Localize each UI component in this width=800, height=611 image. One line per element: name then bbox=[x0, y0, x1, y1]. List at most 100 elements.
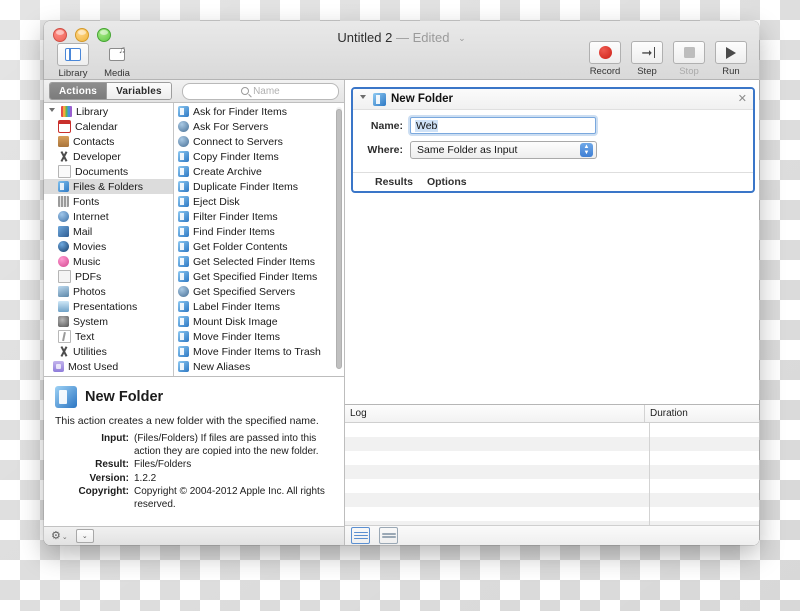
action-row[interactable]: Label Finder Items bbox=[174, 299, 344, 314]
action-row[interactable]: Ask For Servers bbox=[174, 119, 344, 134]
window-titlebar: Untitled 2 — Edited ⌄ Library Media Reco… bbox=[44, 21, 759, 80]
action-row[interactable]: Mount Disk Image bbox=[174, 314, 344, 329]
action-row[interactable]: Create Archive bbox=[174, 164, 344, 179]
zoom-window-button[interactable] bbox=[97, 28, 111, 42]
disclosure-triangle-icon[interactable] bbox=[360, 95, 366, 103]
actions-variables-segmented-control[interactable]: Actions Variables bbox=[49, 82, 172, 100]
library-item-presentations[interactable]: Presentations bbox=[44, 299, 173, 314]
log-column-header-duration[interactable]: Duration bbox=[645, 405, 759, 422]
log-column-header-log[interactable]: Log bbox=[345, 405, 645, 422]
chevron-updown-icon[interactable]: ▲ ▼ bbox=[580, 143, 593, 157]
library-category-list[interactable]: Library Calendar Contacts Developer Docu… bbox=[44, 103, 174, 376]
action-row[interactable]: Move Finder Items to Trash bbox=[174, 344, 344, 359]
title-chevron-down-icon[interactable]: ⌄ bbox=[458, 33, 466, 44]
run-button[interactable]: Run bbox=[712, 41, 750, 77]
stop-button[interactable]: Stop bbox=[670, 41, 708, 77]
action-label: Get Specified Finder Items bbox=[193, 270, 318, 283]
action-label: Get Folder Contents bbox=[193, 240, 288, 253]
library-item-music[interactable]: Music bbox=[44, 254, 173, 269]
library-item-mail[interactable]: Mail bbox=[44, 224, 173, 239]
action-row[interactable]: Duplicate Finder Items bbox=[174, 179, 344, 194]
tab-actions[interactable]: Actions bbox=[50, 83, 107, 99]
library-item-pdfs[interactable]: PDFs bbox=[44, 269, 173, 284]
toolbar-right-group: Record ➞ Step Stop Run bbox=[586, 41, 750, 77]
action-row[interactable]: New Aliases bbox=[174, 359, 344, 374]
close-icon[interactable]: ✕ bbox=[738, 93, 747, 105]
library-item-movies[interactable]: Movies bbox=[44, 239, 173, 254]
action-row[interactable]: Copy Finder Items bbox=[174, 149, 344, 164]
action-row[interactable]: Filter Finder Items bbox=[174, 209, 344, 224]
action-row[interactable]: Get Specified Finder Items bbox=[174, 269, 344, 284]
library-item-system[interactable]: System bbox=[44, 314, 173, 329]
workflow-action-new-folder[interactable]: New Folder ✕ Name: Web Where: Same Folde… bbox=[351, 87, 755, 193]
actions-scrollbar-thumb[interactable] bbox=[336, 109, 342, 369]
actions-list[interactable]: Ask for Finder Items Ask For Servers Con… bbox=[174, 103, 344, 376]
action-row[interactable]: Find Finder Items bbox=[174, 224, 344, 239]
action-row[interactable]: Get Selected Finder Items bbox=[174, 254, 344, 269]
step-button[interactable]: ➞ Step bbox=[628, 41, 666, 77]
log-row[interactable] bbox=[345, 437, 759, 451]
action-row[interactable]: Eject Disk bbox=[174, 194, 344, 209]
library-item-internet[interactable]: Internet bbox=[44, 209, 173, 224]
workflow-action-tabs[interactable]: Results Options bbox=[353, 172, 753, 191]
actions-scrollbar[interactable] bbox=[336, 107, 342, 369]
music-icon bbox=[58, 256, 69, 267]
toolbar-media-button[interactable]: Media bbox=[98, 43, 136, 79]
where-select[interactable]: Same Folder as Input ▲ ▼ bbox=[410, 141, 597, 159]
mail-icon bbox=[58, 226, 69, 237]
library-item-files-folders[interactable]: Files & Folders bbox=[44, 179, 173, 194]
log-row[interactable] bbox=[345, 521, 759, 525]
workflow-canvas[interactable]: New Folder ✕ Name: Web Where: Same Folde… bbox=[345, 80, 759, 404]
tab-options[interactable]: Options bbox=[427, 176, 467, 188]
log-row[interactable] bbox=[345, 451, 759, 465]
action-row[interactable]: Get Specified Servers bbox=[174, 284, 344, 299]
log-row[interactable] bbox=[345, 423, 759, 437]
action-description-header: New Folder bbox=[55, 386, 333, 408]
library-item-fonts[interactable]: Fonts bbox=[44, 194, 173, 209]
library-item-contacts[interactable]: Contacts bbox=[44, 134, 173, 149]
action-row[interactable]: Ask for Finder Items bbox=[174, 104, 344, 119]
action-row[interactable]: Move Finder Items bbox=[174, 329, 344, 344]
server-action-icon bbox=[178, 136, 189, 147]
action-row[interactable]: Get Folder Contents bbox=[174, 239, 344, 254]
search-input[interactable]: Name bbox=[181, 82, 339, 100]
window-edited-label: Edited bbox=[412, 30, 450, 45]
name-input[interactable]: Web bbox=[410, 117, 596, 134]
action-row[interactable]: New Disk Image bbox=[174, 374, 344, 377]
library-item-utilities[interactable]: Utilities bbox=[44, 344, 173, 359]
log-row[interactable] bbox=[345, 465, 759, 479]
library-item-calendar[interactable]: Calendar bbox=[44, 119, 173, 134]
action-label: Copy Finder Items bbox=[193, 150, 279, 163]
workflow-action-header[interactable]: New Folder ✕ bbox=[353, 89, 753, 110]
gear-chevron-down-icon[interactable]: ⌄ bbox=[62, 534, 68, 541]
automator-window: Untitled 2 — Edited ⌄ Library Media Reco… bbox=[44, 21, 759, 545]
library-item-photos[interactable]: Photos bbox=[44, 284, 173, 299]
log-row[interactable] bbox=[345, 479, 759, 493]
tab-variables[interactable]: Variables bbox=[106, 83, 171, 99]
minimize-window-button[interactable] bbox=[75, 28, 89, 42]
meta-value-input: (Files/Folders) If files are passed into… bbox=[134, 433, 319, 457]
gear-icon[interactable]: ⚙⌄ bbox=[51, 530, 68, 542]
log-rows[interactable] bbox=[345, 423, 759, 525]
library-root-row[interactable]: Library bbox=[44, 104, 173, 119]
library-item-most-used[interactable]: Most Used bbox=[44, 359, 173, 374]
library-item-documents[interactable]: Documents bbox=[44, 164, 173, 179]
disclosure-down-icon[interactable]: ⌄ bbox=[75, 529, 94, 543]
log-row[interactable] bbox=[345, 493, 759, 507]
library-toolstrip: Actions Variables Name bbox=[44, 80, 344, 103]
server-action-icon bbox=[178, 286, 189, 297]
list-view-icon[interactable] bbox=[351, 527, 370, 544]
toolbar-library-button[interactable]: Library bbox=[54, 43, 92, 79]
tab-results[interactable]: Results bbox=[375, 176, 413, 188]
workflow-panel: New Folder ✕ Name: Web Where: Same Folde… bbox=[345, 80, 759, 545]
split-view-icon[interactable] bbox=[379, 527, 398, 544]
library-item-text[interactable]: Text bbox=[44, 329, 173, 344]
close-window-button[interactable] bbox=[53, 28, 67, 42]
log-cell bbox=[345, 423, 650, 437]
action-row[interactable]: Connect to Servers bbox=[174, 134, 344, 149]
name-field-label: Name: bbox=[370, 119, 403, 132]
library-item-developer[interactable]: Developer bbox=[44, 149, 173, 164]
log-row[interactable] bbox=[345, 507, 759, 521]
disclosure-triangle-icon[interactable] bbox=[49, 107, 55, 116]
record-button[interactable]: Record bbox=[586, 41, 624, 77]
